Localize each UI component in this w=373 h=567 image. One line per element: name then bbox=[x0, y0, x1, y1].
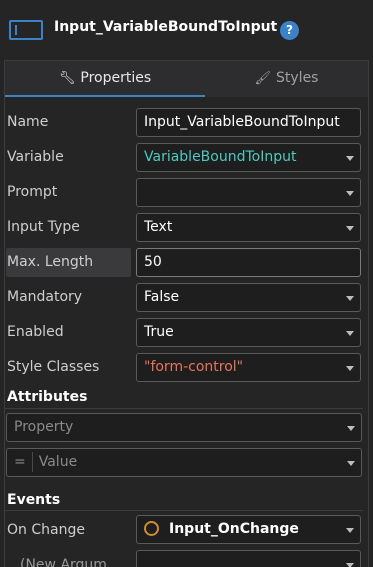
attributes-section-title: Attributes bbox=[7, 389, 88, 405]
client-action-icon bbox=[144, 520, 159, 536]
input-type-select[interactable]: Text bbox=[136, 213, 361, 242]
widget-title: Input_VariableBoundToInput bbox=[54, 19, 278, 35]
enabled-label: Enabled bbox=[7, 324, 64, 340]
mandatory-label: Mandatory bbox=[7, 289, 83, 305]
new-argument-label: (New Argum bbox=[20, 557, 107, 567]
prompt-select[interactable] bbox=[136, 178, 361, 207]
tab-properties-label: Properties bbox=[80, 70, 152, 86]
style-classes-select[interactable]: "form-control" bbox=[136, 353, 361, 382]
on-change-value: Input_OnChange bbox=[169, 521, 299, 537]
attribute-value-select[interactable]: = Value bbox=[6, 448, 362, 477]
name-label: Name bbox=[7, 114, 49, 130]
equals-icon: = bbox=[14, 454, 26, 470]
variable-select[interactable]: VariableBoundToInput bbox=[136, 143, 361, 172]
input-type-label: Input Type bbox=[7, 219, 80, 235]
tab-bar: 🔧︎ Properties 🖌︎ Styles bbox=[5, 61, 368, 97]
tab-properties[interactable]: 🔧︎ Properties bbox=[5, 61, 205, 97]
attribute-value-placeholder: Value bbox=[38, 454, 78, 470]
events-section-title: Events bbox=[7, 492, 61, 508]
new-argument-select[interactable] bbox=[136, 550, 361, 567]
attribute-property-placeholder: Property bbox=[14, 419, 74, 435]
max-length-label: Max. Length bbox=[7, 254, 94, 270]
name-field[interactable]: Input_VariableBoundToInput bbox=[136, 108, 361, 137]
eq-separator bbox=[31, 452, 33, 472]
properties-header: Input_VariableBoundToInput ? bbox=[0, 0, 373, 60]
events-divider bbox=[5, 510, 363, 511]
brush-icon: 🖌︎ bbox=[254, 71, 272, 86]
tab-styles-label: Styles bbox=[276, 70, 319, 86]
mandatory-select[interactable]: False bbox=[136, 283, 361, 312]
on-change-label: On Change bbox=[7, 522, 85, 538]
enabled-select[interactable]: True bbox=[136, 318, 361, 347]
tab-styles[interactable]: 🖌︎ Styles bbox=[205, 61, 368, 97]
input-widget-icon bbox=[9, 20, 43, 40]
help-icon[interactable]: ? bbox=[280, 21, 299, 40]
style-classes-label: Style Classes bbox=[7, 359, 100, 375]
prompt-label: Prompt bbox=[7, 184, 58, 200]
variable-label: Variable bbox=[7, 149, 64, 165]
on-change-select[interactable]: Input_OnChange bbox=[136, 515, 361, 544]
max-length-field[interactable]: 50 bbox=[136, 248, 361, 277]
attribute-property-select[interactable]: Property bbox=[6, 413, 362, 442]
attributes-divider bbox=[5, 408, 363, 409]
wrench-icon: 🔧︎ bbox=[58, 71, 76, 86]
